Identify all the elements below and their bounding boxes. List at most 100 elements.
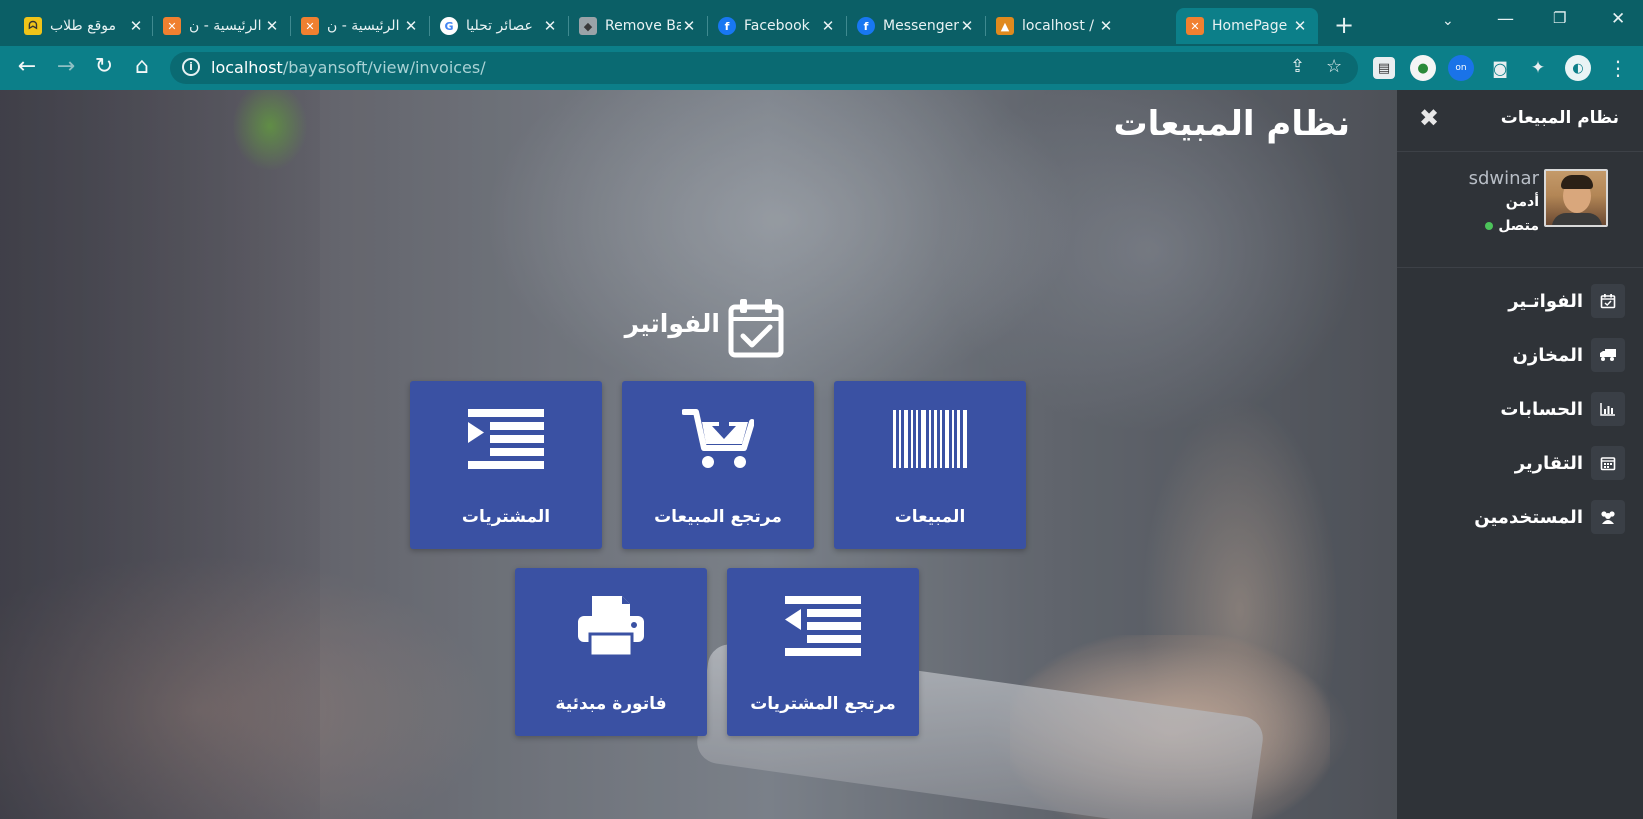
browser-tab[interactable]: ✕ الرئيسية - ن ✕ <box>291 8 429 44</box>
section-header: الفواتير <box>580 295 810 358</box>
tab-search-icon[interactable]: ⌄ <box>1442 13 1454 29</box>
restore-icon[interactable]: ❐ <box>1553 9 1566 27</box>
tab-title: الرئيسية - ن <box>327 18 400 34</box>
calendar-check-icon <box>727 297 785 363</box>
extension-reader-icon[interactable]: ▤ <box>1373 57 1395 79</box>
sidebar: ✖ نظام المبيعات sdwinar أدمن متصل الفوات… <box>1397 90 1643 819</box>
tab-title: Messenger <box>883 18 959 34</box>
xampp-icon: ✕ <box>1186 17 1204 35</box>
tile-label: مرتجع المبيعات <box>654 507 782 527</box>
xampp-icon: ✕ <box>301 17 319 35</box>
profile-avatar-icon[interactable]: ◐ <box>1565 55 1591 81</box>
browser-tab[interactable]: ◆ Remove Ba ✕ <box>569 8 707 44</box>
sidebar-item-reports[interactable]: التقارير <box>1415 444 1625 482</box>
browser-tab-active[interactable]: ✕ HomePage ✕ <box>1176 8 1318 44</box>
printer-icon <box>515 590 707 662</box>
sidebar-item-label: التقارير <box>1514 452 1583 474</box>
tile-proforma-invoice[interactable]: فاتورة مبدئية <box>515 568 707 736</box>
close-tab-icon[interactable]: ✕ <box>264 17 280 35</box>
pacman-icon: ᗣ <box>24 17 42 35</box>
sidebar-item-warehouses[interactable]: المخازن <box>1415 336 1625 374</box>
sidebar-header: ✖ نظام المبيعات <box>1397 90 1643 152</box>
extension-on-icon[interactable]: on <box>1448 55 1474 81</box>
address-bar[interactable]: i localhost/bayansoft/view/invoices/ ⇪ ☆ <box>170 52 1358 84</box>
close-tab-icon[interactable]: ✕ <box>542 17 558 35</box>
close-tab-icon[interactable]: ✕ <box>820 17 836 35</box>
tab-title: HomePage <box>1212 18 1288 34</box>
sidebar-item-invoices[interactable]: الفواتـير <box>1415 282 1625 320</box>
tile-purchase-returns[interactable]: مرتجع المشتريات <box>727 568 919 736</box>
sidebar-item-label: المخازن <box>1512 344 1583 366</box>
browser-tab[interactable]: f Facebook ✕ <box>708 8 846 44</box>
reload-icon[interactable]: ↻ <box>91 54 117 79</box>
tile-sales[interactable]: المبيعات <box>834 381 1026 549</box>
phpmyadmin-icon: ▲ <box>996 17 1014 35</box>
tile-label: مرتجع المشتريات <box>750 694 896 714</box>
close-icon[interactable]: ✖ <box>1419 104 1439 132</box>
extensions-puzzle-icon[interactable]: ✦ <box>1525 55 1551 81</box>
minimize-icon[interactable]: — <box>1497 9 1514 29</box>
extension-camera-icon[interactable]: ◙ <box>1487 55 1513 81</box>
close-tab-icon[interactable]: ✕ <box>403 17 419 35</box>
sidebar-item-label: الحسابات <box>1500 398 1583 420</box>
tab-title: Remove Ba <box>605 18 681 34</box>
list-outdent-icon <box>727 590 919 662</box>
sidebar-item-accounts[interactable]: الحسابات <box>1415 390 1625 428</box>
browser-tab[interactable]: f Messenger ✕ <box>847 8 985 44</box>
calendar-check-icon <box>1591 284 1625 318</box>
tile-sales-returns[interactable]: مرتجع المبيعات <box>622 381 814 549</box>
barcode-icon <box>834 403 1026 475</box>
calendar-icon <box>1591 446 1625 480</box>
browser-toolbar: ← → ↻ ⌂ i localhost/bayansoft/view/invoi… <box>0 46 1643 90</box>
tile-purchases[interactable]: المشتريات <box>410 381 602 549</box>
user-panel: sdwinar أدمن متصل <box>1397 152 1643 268</box>
close-tab-icon[interactable]: ✕ <box>1292 17 1308 35</box>
close-tab-icon[interactable]: ✕ <box>1098 17 1114 35</box>
share-icon[interactable]: ⇪ <box>1290 56 1305 77</box>
bookmark-star-icon[interactable]: ☆ <box>1326 56 1342 77</box>
home-icon[interactable]: ⌂ <box>129 54 155 79</box>
hero-background-image: نظام المبيعات الفواتير المشتريات مرتجع ا… <box>0 90 1397 819</box>
facebook-icon: f <box>857 17 875 35</box>
browser-tab[interactable]: G عصائر تحليا ✕ <box>430 8 568 44</box>
user-name: sdwinar <box>1468 168 1539 189</box>
list-indent-icon <box>410 403 602 475</box>
sidebar-title: نظام المبيعات <box>1500 108 1619 128</box>
close-tab-icon[interactable]: ✕ <box>128 17 144 35</box>
facebook-icon: f <box>718 17 736 35</box>
sidebar-item-label: المستخدمين <box>1474 506 1583 528</box>
tile-label: المبيعات <box>894 507 966 527</box>
browser-tab[interactable]: ᗣ موقع طلاب ✕ <box>14 8 154 44</box>
browser-tab[interactable]: ▲ localhost / ✕ <box>986 8 1124 44</box>
window-close-icon[interactable]: ✕ <box>1611 9 1625 29</box>
url-text[interactable]: localhost/bayansoft/view/invoices/ <box>211 58 486 77</box>
xampp-icon: ✕ <box>163 17 181 35</box>
tab-title: موقع طلاب <box>50 18 117 34</box>
tab-title: Facebook <box>744 18 810 34</box>
close-tab-icon[interactable]: ✕ <box>959 17 975 35</box>
tab-title: عصائر تحليا <box>466 18 533 34</box>
back-icon[interactable]: ← <box>14 54 40 79</box>
forward-icon[interactable]: → <box>53 54 79 79</box>
site-info-icon[interactable]: i <box>182 58 200 76</box>
page-title: نظام المبيعات <box>1113 104 1350 144</box>
browser-tab-strip: ᗣ موقع طلاب ✕ ✕ الرئيسية - ن ✕ ✕ الرئيسي… <box>0 0 1643 46</box>
tile-label: المشتريات <box>461 507 551 527</box>
user-role: أدمن <box>1505 194 1539 210</box>
tab-title: localhost / <box>1022 18 1095 34</box>
extension-globe-icon[interactable]: ● <box>1410 55 1436 81</box>
new-tab-icon[interactable]: + <box>1334 11 1354 39</box>
browser-tab[interactable]: ✕ الرئيسية - ن ✕ <box>153 8 290 44</box>
truck-icon <box>1591 338 1625 372</box>
browser-menu-icon[interactable]: ⋮ <box>1605 55 1631 81</box>
avatar[interactable] <box>1544 169 1608 227</box>
sidebar-item-users[interactable]: المستخدمين <box>1415 498 1625 536</box>
page-content: نظام المبيعات الفواتير المشتريات مرتجع ا… <box>0 90 1643 819</box>
layers-icon: ◆ <box>579 17 597 35</box>
google-icon: G <box>440 17 458 35</box>
user-status: متصل <box>1485 218 1539 234</box>
cart-download-icon <box>622 403 814 475</box>
status-label: متصل <box>1498 218 1539 234</box>
close-tab-icon[interactable]: ✕ <box>681 17 697 35</box>
bar-chart-icon <box>1591 392 1625 426</box>
